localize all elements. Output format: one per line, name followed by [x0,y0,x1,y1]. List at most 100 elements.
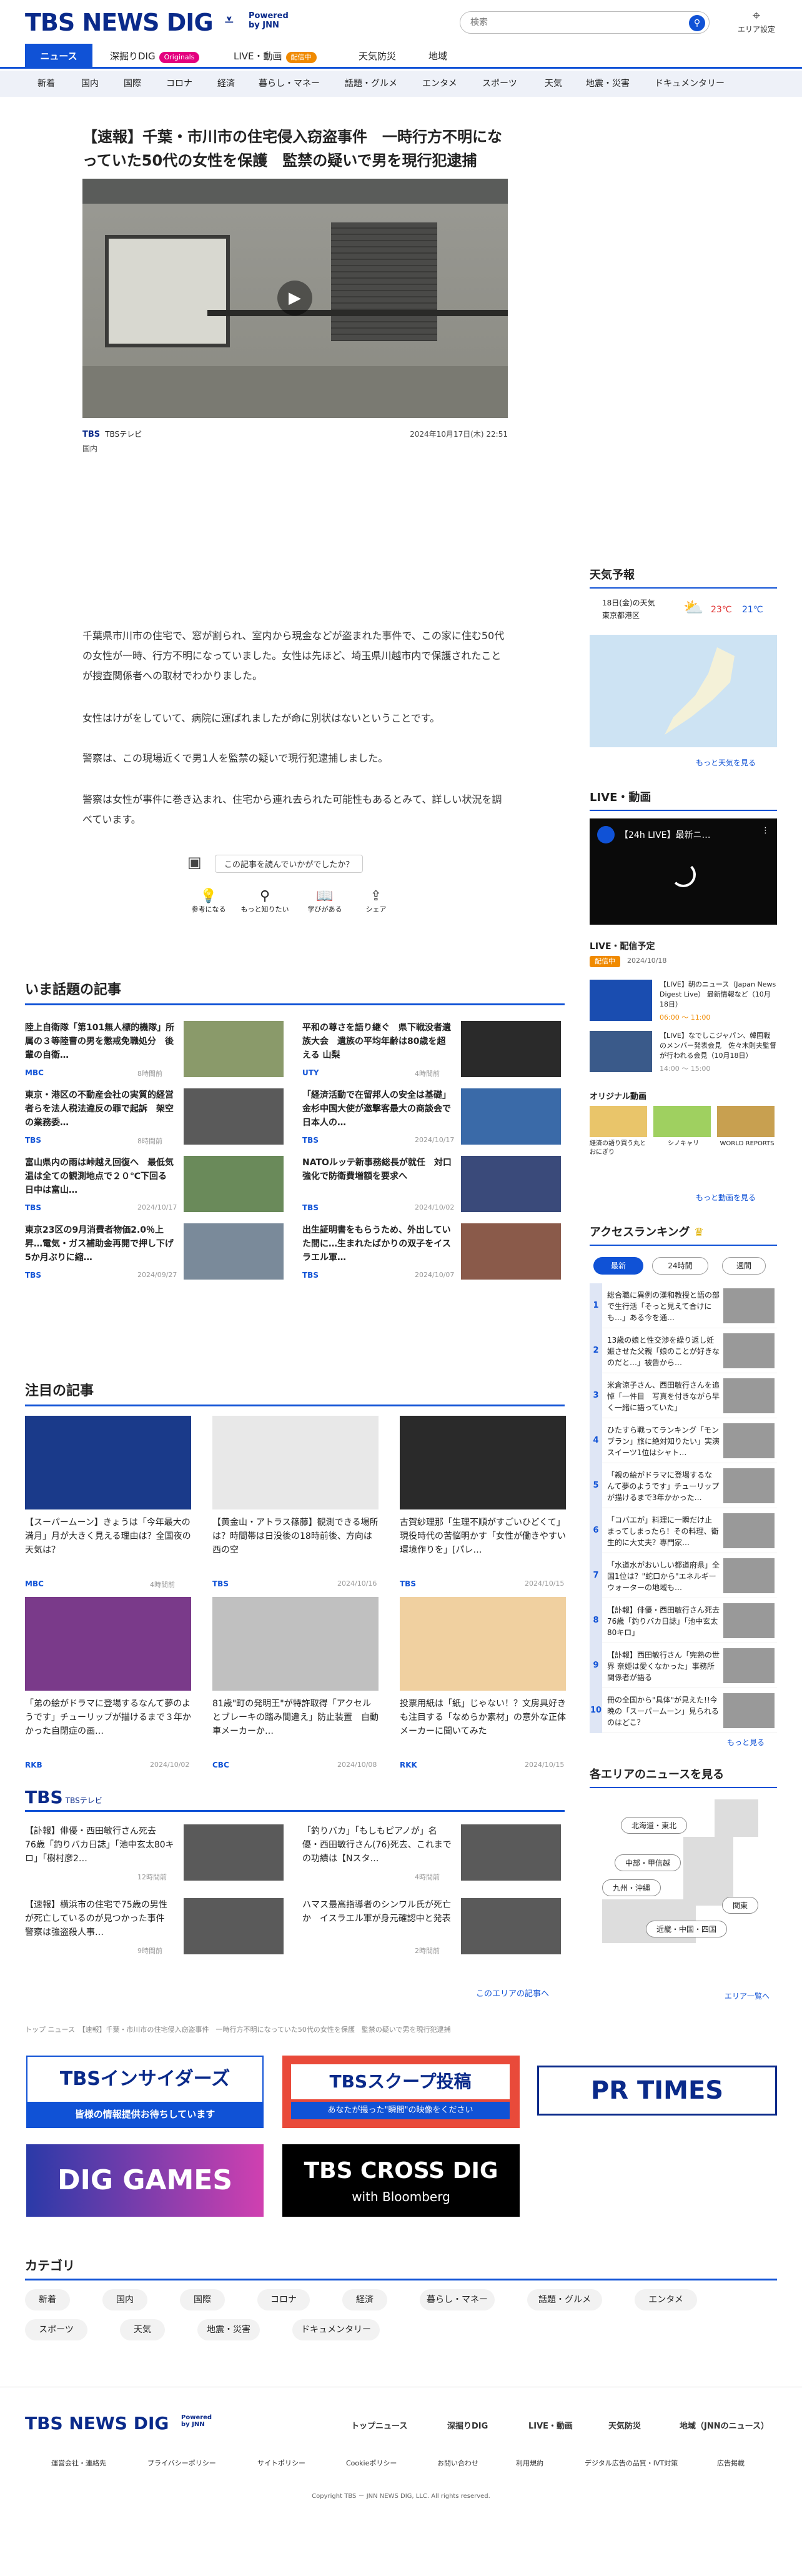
category-link[interactable]: 国際 [180,2289,225,2310]
region-kinki[interactable]: 近畿・中国・四国 [646,1921,728,1937]
area-setting-button[interactable]: ⌖ エリア設定 [735,9,778,34]
subnav-sports[interactable]: スポーツ [482,71,517,97]
ranking-item[interactable]: 3 米倉涼子さん、西田敏行さんを追悼「一件目 写真を付きながら早く一緒に語っていた… [590,1373,777,1418]
reaction-helpful[interactable]: 💡 参考になる [187,888,230,914]
ranking-item[interactable]: 6 「コバエが」料理に一瞬だけ止まってしまったら！その料理、衛生的に大丈夫？専門家… [590,1508,777,1553]
category-link[interactable]: 国内 [102,2289,147,2310]
trending-article-card[interactable]: 東京23区の9月消費者物価2.0％上昇…電気・ガス補助金再開で押し下げ5か月ぶり… [25,1223,287,1280]
subnav-domestic[interactable]: 国内 [81,71,99,97]
category-link[interactable]: 経済 [342,2289,387,2310]
subnav-economy[interactable]: 経済 [217,71,235,97]
prtimes-banner[interactable]: PR TIMES [537,2066,777,2116]
trending-article-card[interactable]: 「経済活動で在留邦人の安全は基礎」金杉中国大使が邀撃客最大の商談会で日本人の… T… [302,1088,565,1145]
original-video-item[interactable]: WORLD REPORTS [717,1106,777,1166]
ranking-item[interactable]: 1 総合職に異例の漢和教授と語の部で生行活「そっと見えて合けにも…」ある今を通… [590,1283,777,1328]
subnav-disaster[interactable]: 地震・災害 [586,71,630,97]
footer-link[interactable]: デジタル広告の品質・IVT対策 [585,2458,678,2468]
original-video-item[interactable]: シノキャリ [653,1106,713,1166]
category-link[interactable]: 天気 [120,2319,165,2340]
subnav-international[interactable]: 国際 [124,71,141,97]
region-list-link[interactable]: エリア一覧へ [725,1991,770,2001]
footer-link[interactable]: 運営会社・連絡先 [51,2458,106,2468]
category-link[interactable]: 暮らし・マネー [420,2289,495,2310]
original-video-item[interactable]: 経済の語り買う丸とおにぎり [590,1106,650,1166]
ranking-item[interactable]: 9 【訃報】西田敏行さん「完熟の世界 奈姫は愛くなかった」事務所関係者が語る [590,1643,777,1688]
category-link[interactable]: スポーツ [25,2319,87,2340]
live-schedule-item[interactable]: 【LIVE】朝のニュース（Japan News Digest Live） 最新情… [590,980,777,1025]
nav-news[interactable]: ニュース [25,44,92,69]
category-link[interactable]: コロナ [257,2289,310,2310]
ranking-item[interactable]: 10 冊の全国から"具体"が見えた!!今晩の「スーパームーン」見られるのはどこ？ [590,1688,777,1733]
tbs-article-card[interactable]: 【訃報】俳優・西田敏行さん死去 76歳「釣りバカ日誌」「池中玄太80キロ」「樹村… [25,1824,287,1881]
weather-more-link[interactable]: もっと天気を見る [696,757,756,768]
subnav-new[interactable]: 新着 [37,71,55,97]
live-video-player[interactable]: 【24h LIVE】最新ニ… ⋮ [590,818,777,925]
region-chubu[interactable]: 中部・甲信越 [615,1854,681,1871]
ranking-item[interactable]: 2 13歳の娘と性交渉を繰り返し妊娠させた父親「娘のことが好きなのだと…」被告から… [590,1328,777,1373]
footer-nav-link[interactable]: 深掘りDIG [447,2419,488,2431]
ranking-item[interactable]: 5 「親の絵がドラマに登場するなんて夢のようです」チューリップが描けるまで3年かか… [590,1463,777,1508]
subnav-corona[interactable]: コロナ [166,71,192,97]
article-category[interactable]: 国内 [82,443,508,454]
trending-article-card[interactable]: 出生証明書をもらうため、外出していた間に…生まれたばかりの双子をイスラエル軍… T… [302,1223,565,1280]
search-icon[interactable]: ⚲ [689,15,705,31]
trending-article-card[interactable]: 富山県内の雨は峠越え回復へ 最低気温は全ての観測地点で２０℃下回る 日中は富山…… [25,1156,287,1212]
insiders-banner[interactable]: TBSインサイダーズ 皆様の情報提供お待ちしています [26,2056,264,2128]
nav-fukabori[interactable]: 深掘りDIG Originals [110,44,200,69]
footer-link[interactable]: Cookieポリシー [346,2458,397,2468]
category-link[interactable]: 話題・グルメ [527,2289,602,2310]
reaction-more[interactable]: ⚲ もっと知りたい [237,888,292,914]
trending-article-card[interactable]: 陸上自衛隊「第101無人標的機隊」所属の３等陸曹の男を懲戒免職処分 後輩の自衛…… [25,1021,287,1078]
menu-icon[interactable]: ⋮ [761,826,770,835]
ranking-item[interactable]: 8 【訃報】俳優・西田敏行さん死去 76歳「釣りバカ日誌」「池中玄太80キロ」 [590,1598,777,1643]
ranking-tab-weekly[interactable]: 週間 [722,1257,766,1275]
ranking-item[interactable]: 7 「水道水がおいしい都道府県」全国1位は？"蛇口から"エネルギーウォーターの地域… [590,1553,777,1598]
footer-link[interactable]: 広告掲載 [717,2458,745,2468]
scoop-banner[interactable]: TBSスクープ投稿 あなたが撮った"瞬間"の映像をください [282,2056,520,2128]
footer-link[interactable]: サイトポリシー [257,2458,305,2468]
dig-games-banner[interactable]: DIG GAMES [26,2144,264,2217]
article-video-player[interactable]: ▶ [82,179,508,418]
tbs-more-link[interactable]: このエリアの記事へ [476,1987,549,1999]
footer-nav-link[interactable]: 天気防災 [608,2419,641,2431]
footer-logo[interactable]: TBS NEWS DIG [25,2413,169,2434]
weather-map[interactable] [590,635,777,747]
reaction-learn[interactable]: 📖 学びがある [300,888,350,914]
trending-article-card[interactable]: 平和の尊さを語り継ぐ 県下戦没者遺族大会 遺族の平均年齢は80歳を超える 山梨 U… [302,1021,565,1078]
subnav-weather[interactable]: 天気 [545,71,562,97]
subnav-entertainment[interactable]: エンタメ [422,71,457,97]
ranking-tab-latest[interactable]: 最新 [593,1257,643,1275]
tbs-article-card[interactable]: 「釣りバカ」「もしもピアノが」名優・西田敏行さん(76)死去、これまでの功績は【… [302,1824,565,1881]
search-input[interactable] [470,17,683,27]
region-kyushu[interactable]: 九州・沖縄 [602,1879,661,1896]
trending-article-card[interactable]: NATOルッテ新事務総長が就任 対口強化で防衛費増額を要求へ TBS 2024/10… [302,1156,565,1212]
featured-article-card[interactable]: 古賀紗理那「生理不順がすごいひどくて」現役時代の苦悩明かす「女性が働きやすい環境… [400,1416,566,1601]
region-tohoku[interactable]: 北海道・東北 [621,1817,688,1834]
footer-link[interactable]: お問い合わせ [437,2458,478,2468]
footer-link[interactable]: プライバシーポリシー [147,2458,216,2468]
footer-nav-link[interactable]: トップニュース [351,2419,407,2431]
nav-weather[interactable]: 天気防災 [359,44,396,69]
region-kanto[interactable]: 関東 [722,1897,759,1914]
reaction-share[interactable]: ⇪ シェア [357,888,395,914]
subnav-life-money[interactable]: 暮らし・マネー [259,71,320,97]
tbs-article-card[interactable]: 【速報】横浜市の住宅で75歳の男性が死亡しているのが見つかった事件 警察は強盗殺… [25,1898,287,1955]
featured-article-card[interactable]: 【スーパームーン】きょうは「今年最大の満月」月が大きく見える理由は？全国夜の天気… [25,1416,191,1601]
subnav-documentary[interactable]: ドキュメンタリー [655,71,725,97]
featured-article-card[interactable]: 「弟の絵がドラマに登場するなんて夢のようです」チューリップが描けるまで３年かかっ… [25,1597,191,1782]
category-link[interactable]: ドキュメンタリー [292,2319,380,2340]
ranking-tab-24h[interactable]: 24時間 [652,1257,708,1275]
site-logo[interactable]: TBS NEWS DIG [25,9,214,36]
featured-article-card[interactable]: 【黄金山・アトラス篠藤】観測できる場所は？時間帯は日没後の18時前後、方向は西の… [212,1416,379,1601]
category-link[interactable]: 新着 [25,2289,70,2310]
nav-live[interactable]: LIVE・動画 配信中 [234,44,317,69]
video-more-link[interactable]: もっと動画を見る [696,1192,756,1203]
live-schedule-item[interactable]: 【LIVE】なでしこジャパン、韓国戦のメンバー発表会見 佐々木則夫監督が行われる… [590,1031,777,1076]
trending-article-card[interactable]: 東京・港区の不動産会社の実質的経営者らを法人税法違反の罪で起訴 架空の業務委… T… [25,1088,287,1145]
tbs-logo[interactable]: TBS [25,1787,63,1808]
nav-region[interactable]: 地域 [428,44,447,69]
featured-article-card[interactable]: 投票用紙は「紙」じゃない！？文房具好きも注目する「なめらか素材」の意外な正体 メ… [400,1597,566,1782]
source-logo[interactable]: TBS [82,430,100,439]
category-link[interactable]: 地震・災害 [197,2319,260,2340]
play-icon[interactable]: ▶ [277,281,312,316]
